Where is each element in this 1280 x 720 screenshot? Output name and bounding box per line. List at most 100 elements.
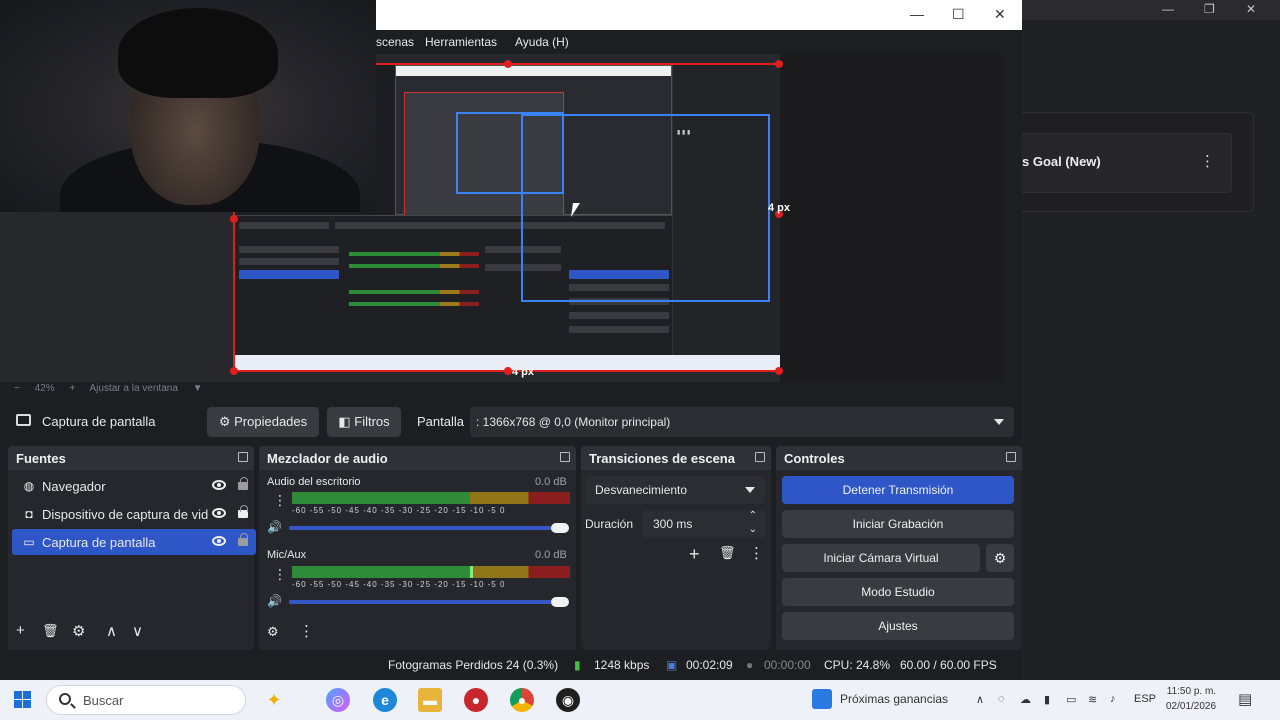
chrome-icon[interactable]: ● <box>510 688 534 712</box>
eye-icon[interactable] <box>212 480 226 490</box>
sources-dock: Fuentes ◍ Navegador ◘ Dispositivo de cap… <box>8 446 256 650</box>
filters-button[interactable]: ◧ Filtros <box>327 407 401 437</box>
network-icon[interactable]: ◌ <box>998 693 1005 705</box>
speaker-icon[interactable]: 🔊 <box>267 520 282 534</box>
widget-icon[interactable] <box>812 689 832 709</box>
move-down-button[interactable]: ∨ <box>132 622 143 640</box>
decrement-icon[interactable]: ⌄ <box>749 516 757 544</box>
volume-knob[interactable] <box>551 597 569 607</box>
start-recording-button[interactable]: Iniciar Grabación <box>782 510 1014 538</box>
undock-icon[interactable] <box>238 452 248 462</box>
edge-icon[interactable]: e <box>373 688 397 712</box>
source-item-video-capture[interactable]: ◘ Dispositivo de captura de vid <box>12 501 256 527</box>
gear-icon[interactable]: ⚙ <box>986 544 1014 572</box>
zoom-in-button[interactable]: + <box>69 383 75 394</box>
zoom-out-button[interactable]: − <box>14 383 20 394</box>
meter-scale: -60 -55 -50 -45 -40 -35 -30 -25 -20 -15 … <box>292 506 506 515</box>
clock[interactable]: 11:50 p. m. 02/01/2026 <box>1166 684 1216 714</box>
lock-icon[interactable] <box>238 505 248 518</box>
speaker-icon[interactable]: 🔊 <box>267 594 282 608</box>
resize-handle[interactable] <box>230 215 238 223</box>
meter-peak <box>469 566 473 578</box>
resize-handle[interactable] <box>775 367 783 375</box>
background-window-titlebar: — ❐ ✕ <box>1022 0 1280 20</box>
duration-input[interactable]: 300 ms ⌃ ⌄ <box>643 510 765 538</box>
display-select[interactable]: : 1366x768 @ 0,0 (Monitor principal) <box>470 407 1014 437</box>
file-explorer-icon[interactable]: ▬ <box>418 688 442 712</box>
meter-scale: -60 -55 -50 -45 -40 -35 -30 -25 -20 -15 … <box>292 580 506 589</box>
notification-icon[interactable]: ▤ <box>1238 690 1252 708</box>
chevron-down-icon <box>994 419 1004 425</box>
minimize-icon[interactable]: — <box>1162 2 1174 16</box>
dropped-frames: Fotogramas Perdidos 24 (0.3%) <box>388 658 559 672</box>
menu-item-tools[interactable]: Herramientas <box>425 35 497 49</box>
volume-slider[interactable] <box>289 600 565 604</box>
copilot-sparkle-icon[interactable]: ✦ <box>262 688 286 712</box>
remove-source-button[interactable]: 🗑 <box>42 623 59 639</box>
volume-slider[interactable] <box>289 526 565 530</box>
goal-card[interactable]: s Goal (New) ⋮ <box>1022 133 1232 193</box>
search-placeholder: Buscar <box>83 693 124 708</box>
source-item-screen-capture[interactable]: ▭ Captura de pantalla <box>12 529 256 555</box>
battery-icon[interactable]: ▭ <box>1066 693 1076 706</box>
close-icon[interactable]: ✕ <box>1246 2 1256 16</box>
undock-icon[interactable] <box>560 452 570 462</box>
transition-select[interactable]: Desvanecimiento <box>585 476 765 504</box>
menu-item-help[interactable]: Ayuda (H) <box>515 35 569 49</box>
microphone-icon[interactable]: ▮ <box>1044 693 1050 706</box>
menu-item-scenes[interactable]: scenas <box>376 35 414 49</box>
language-indicator[interactable]: ESP <box>1134 693 1156 705</box>
eye-icon[interactable] <box>212 508 226 518</box>
resize-handle[interactable] <box>504 60 512 68</box>
lock-icon[interactable] <box>238 477 248 490</box>
bitrate: 1248 kbps <box>594 658 650 672</box>
source-settings-button[interactable]: ⚙ <box>72 622 85 640</box>
transitions-dock: Transiciones de escena Desvanecimiento D… <box>581 446 771 650</box>
wifi-icon[interactable]: ≋ <box>1088 693 1097 706</box>
move-up-button[interactable]: ∧ <box>106 622 117 640</box>
taskbar-search[interactable]: Buscar <box>46 685 246 715</box>
channel-menu-icon[interactable]: ⋮ <box>273 567 287 581</box>
properties-button[interactable]: ⚙ Propiedades <box>207 407 319 437</box>
undock-icon[interactable] <box>755 452 765 462</box>
start-virtual-camera-button[interactable]: Iniciar Cámara Virtual <box>782 544 980 572</box>
remove-transition-button[interactable]: 🗑 <box>719 545 736 561</box>
channel-menu-icon[interactable]: ⋮ <box>273 493 287 507</box>
more-vertical-icon[interactable]: ⋮ <box>749 544 764 562</box>
chevron-up-icon[interactable]: ∧ <box>976 693 984 706</box>
more-vertical-icon[interactable]: ⋮ <box>299 622 314 640</box>
settings-button[interactable]: Ajustes <box>782 612 1014 640</box>
app-icon[interactable]: ● <box>464 688 488 712</box>
lock-icon[interactable] <box>238 533 248 546</box>
copilot-icon[interactable]: ◎ <box>326 688 350 712</box>
add-source-button[interactable]: + <box>16 622 25 639</box>
add-transition-button[interactable]: + <box>689 544 700 565</box>
source-item-navegador[interactable]: ◍ Navegador <box>12 473 256 499</box>
filter-icon: ◧ <box>338 414 355 429</box>
undock-icon[interactable] <box>1006 452 1016 462</box>
advanced-audio-icon[interactable]: ⚙ <box>267 624 279 640</box>
windows-start-icon[interactable] <box>14 691 32 709</box>
cloud-icon[interactable]: ☁ <box>1020 693 1031 706</box>
audio-mixer-title: Mezclador de audio <box>267 451 388 466</box>
restore-icon[interactable]: ❐ <box>1204 2 1215 16</box>
studio-mode-button[interactable]: Modo Estudio <box>782 578 1014 606</box>
monitor-icon <box>16 414 31 426</box>
volume-icon[interactable]: ♪ <box>1110 693 1116 705</box>
obs-icon[interactable]: ◉ <box>556 688 580 712</box>
more-vertical-icon[interactable]: ⋮ <box>1200 152 1215 170</box>
close-icon[interactable]: ✕ <box>994 6 1006 23</box>
chevron-down-icon[interactable]: ▼ <box>193 383 203 394</box>
minimize-icon[interactable]: — <box>910 6 924 22</box>
fit-to-window-button[interactable]: Ajustar a la ventana <box>90 383 178 394</box>
channel-label: Audio del escritorio <box>267 476 361 488</box>
resize-handle[interactable] <box>775 60 783 68</box>
audio-mixer-dock: Mezclador de audio Audio del escritorio … <box>259 446 576 650</box>
resize-handle[interactable] <box>230 367 238 375</box>
volume-knob[interactable] <box>551 523 569 533</box>
eye-icon[interactable] <box>212 536 226 546</box>
maximize-icon[interactable]: ☐ <box>952 6 965 23</box>
resize-handle[interactable] <box>504 367 512 375</box>
widget-text[interactable]: Próximas ganancias <box>840 692 948 706</box>
stop-streaming-button[interactable]: Detener Transmisión <box>782 476 1014 504</box>
